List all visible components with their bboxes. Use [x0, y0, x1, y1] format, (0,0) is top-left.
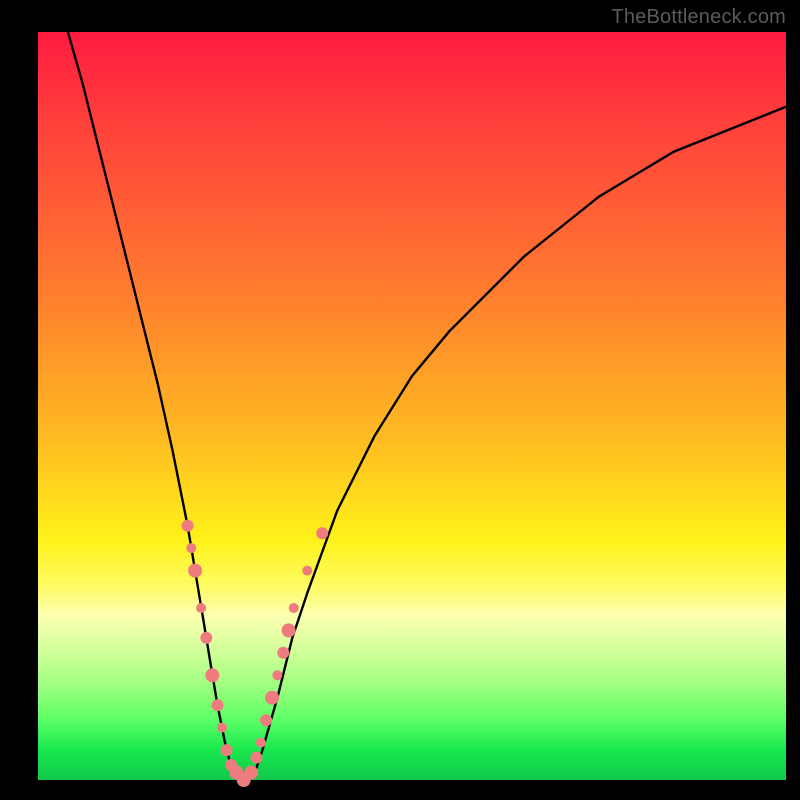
chart-svg [38, 32, 786, 780]
highlight-dot [265, 691, 279, 705]
highlight-dot [256, 738, 266, 748]
highlight-dot [200, 632, 212, 644]
watermark-text: TheBottleneck.com [611, 6, 786, 29]
highlight-dot [196, 603, 206, 613]
highlight-dot [316, 527, 328, 539]
bottleneck-curve [68, 32, 786, 780]
highlight-dot [250, 752, 262, 764]
highlight-dot [302, 566, 312, 576]
highlight-dots [182, 520, 329, 787]
highlight-dot [272, 670, 282, 680]
highlight-dot [289, 603, 299, 613]
highlight-dot [282, 623, 296, 637]
highlight-dot [221, 744, 233, 756]
chart-frame: TheBottleneck.com [0, 0, 800, 800]
highlight-dot [217, 723, 227, 733]
highlight-dot [212, 699, 224, 711]
highlight-dot [277, 647, 289, 659]
highlight-dot [244, 766, 258, 780]
highlight-dot [182, 520, 194, 532]
highlight-dot [186, 543, 196, 553]
highlight-dot [260, 714, 272, 726]
plot-area [38, 32, 786, 780]
highlight-dot [188, 564, 202, 578]
highlight-dot [205, 668, 219, 682]
